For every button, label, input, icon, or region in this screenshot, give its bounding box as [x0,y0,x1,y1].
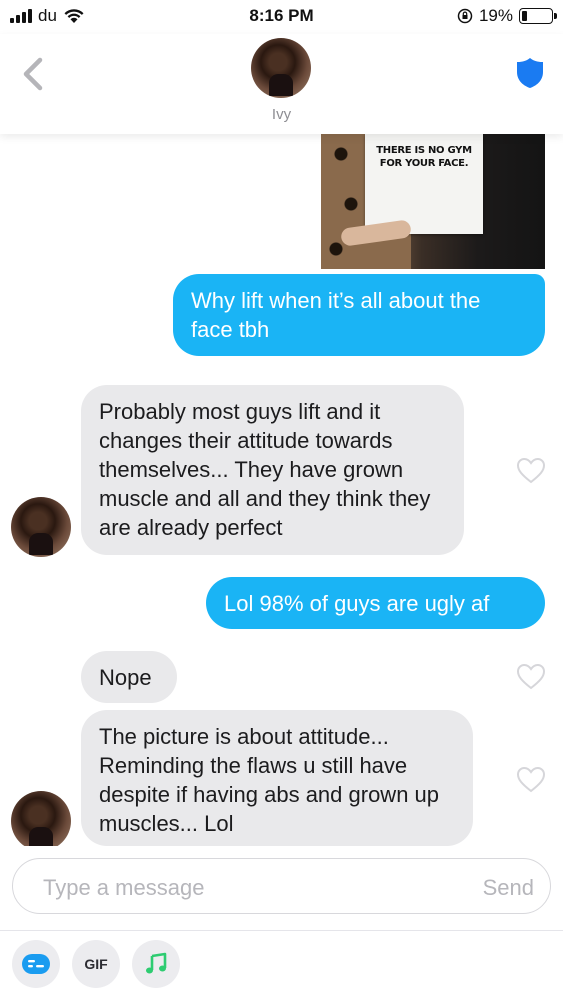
contact-name[interactable]: Ivy [0,106,563,123]
sign-text: THERE IS NO GYM FOR YOUR FACE. [376,145,472,169]
toolbar-divider [0,930,563,931]
heart-icon[interactable] [516,766,546,794]
message-bubble-incoming[interactable]: Probably most guys lift and it changes t… [81,385,464,555]
send-button[interactable]: Send [483,875,534,901]
message-bubble-incoming[interactable]: Nope [81,651,177,703]
gif-icon: GIF [84,956,108,972]
heart-icon[interactable] [516,663,546,691]
message-bubble-outgoing[interactable]: Why lift when it’s all about the face tb… [173,274,545,356]
shield-icon[interactable] [515,56,545,90]
contact-avatar-small[interactable] [11,497,71,557]
battery-icon [519,8,557,24]
contact-avatar-small[interactable] [11,791,71,846]
sent-image[interactable]: THERE IS NO GYM FOR YOUR FACE. [321,134,545,269]
message-input[interactable]: Type a message Send [12,858,551,914]
sticker-button[interactable] [12,940,60,988]
battery-percent: 19% [478,6,513,25]
composer-toolbar: GIF [0,940,563,990]
contact-avatar[interactable] [251,38,311,98]
message-bubble-outgoing[interactable]: Lol 98% of guys are ugly af [206,577,545,629]
message-input-placeholder[interactable]: Type a message [43,875,204,901]
battery-fill [522,11,527,21]
sticker-icon [22,954,50,974]
status-right: 19% [457,6,557,26]
chevron-left-icon[interactable] [16,54,52,94]
heart-icon[interactable] [516,457,546,485]
image-sign: THERE IS NO GYM FOR YOUR FACE. [365,134,483,234]
chat-header: Ivy [0,34,563,134]
music-icon [146,952,167,974]
gif-button[interactable]: GIF [72,940,120,988]
music-button[interactable] [132,940,180,988]
message-bubble-incoming[interactable]: The picture is about attitude... Remindi… [81,710,473,846]
status-bar: du 8:16 PM 19% [0,0,563,34]
message-list: THERE IS NO GYM FOR YOUR FACE. Why lift … [0,134,563,846]
message-composer: Type a message Send [0,846,563,930]
rotation-lock-icon [457,8,473,24]
